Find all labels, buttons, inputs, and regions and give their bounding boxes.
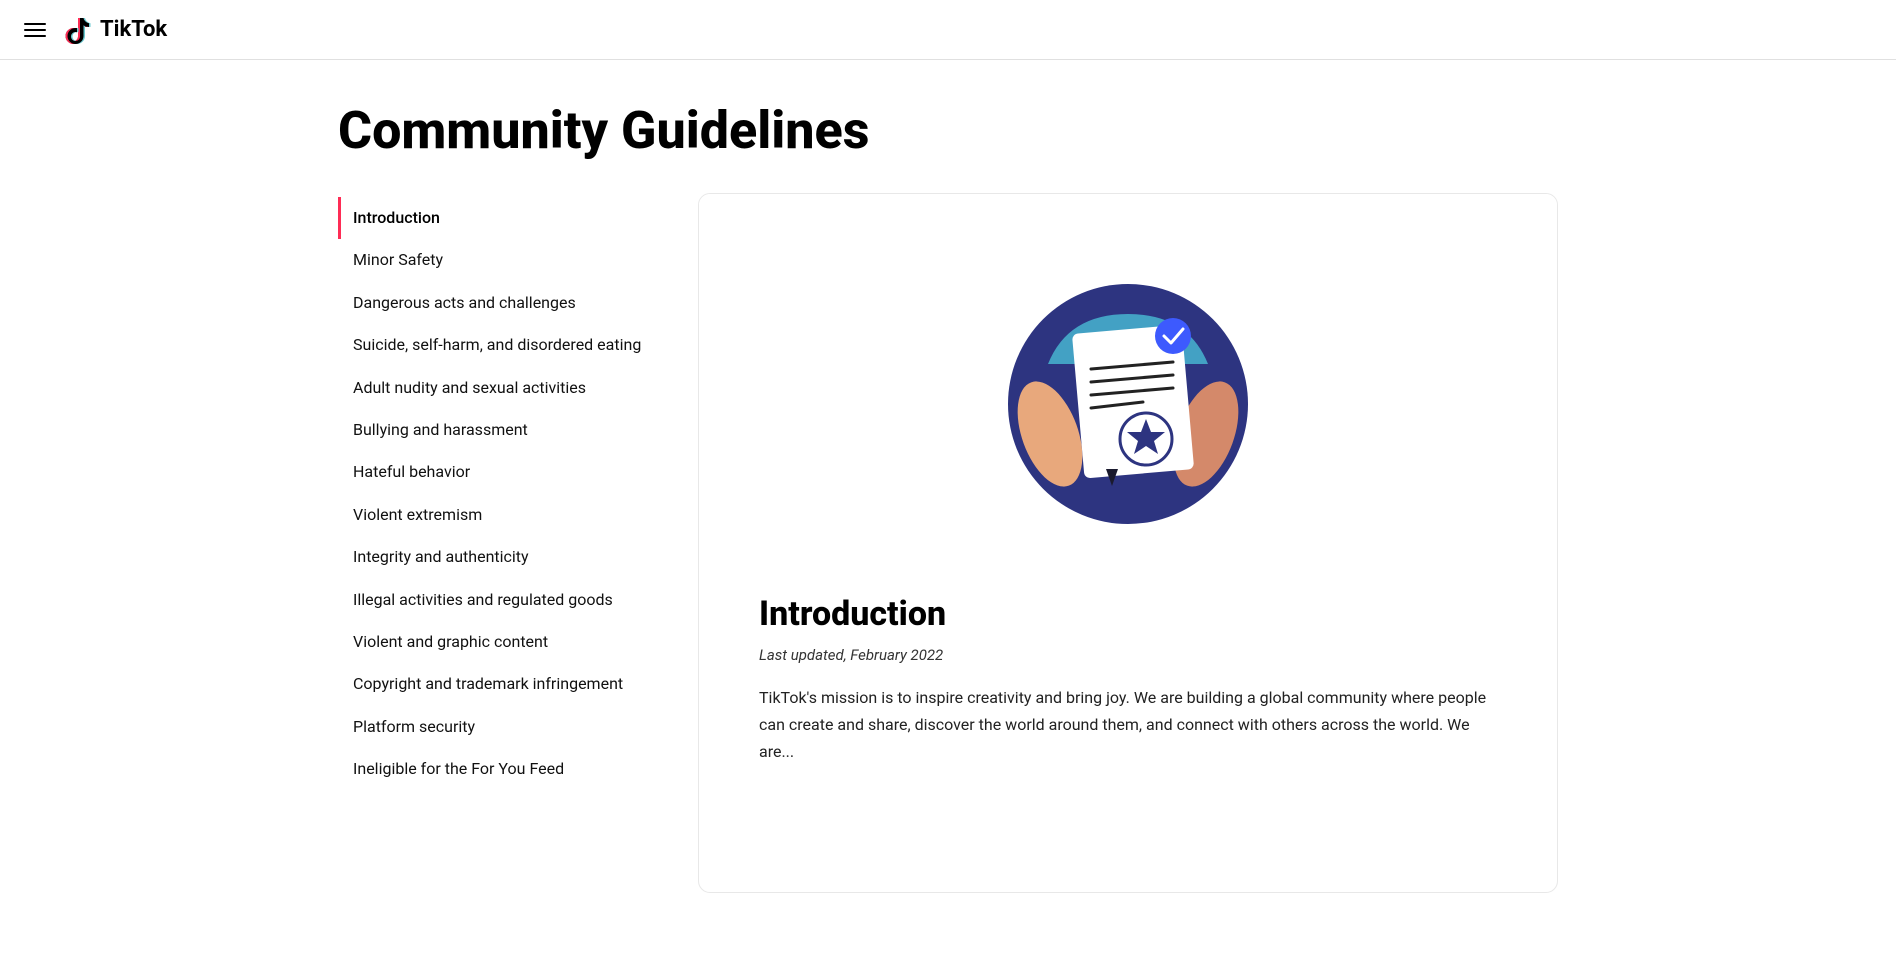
content-layout: IntroductionMinor SafetyDangerous acts a…	[338, 193, 1558, 893]
content-text-area: Introduction Last updated, February 2022…	[699, 574, 1557, 806]
logo-container[interactable]: TikTok	[62, 14, 167, 46]
sidebar-item-violent-extremism[interactable]: Violent extremism	[338, 494, 658, 536]
sidebar-item-adult-nudity[interactable]: Adult nudity and sexual activities	[338, 367, 658, 409]
section-heading: Introduction	[759, 594, 1497, 634]
illustration-area	[699, 194, 1557, 574]
sidebar-item-violent-graphic[interactable]: Violent and graphic content	[338, 621, 658, 663]
sidebar-item-minor-safety[interactable]: Minor Safety	[338, 239, 658, 281]
intro-illustration	[988, 254, 1268, 534]
sidebar-item-integrity[interactable]: Integrity and authenticity	[338, 536, 658, 578]
sidebar-item-illegal-activities[interactable]: Illegal activities and regulated goods	[338, 579, 658, 621]
page-title: Community Guidelines	[338, 60, 1558, 193]
last-updated-text: Last updated, February 2022	[759, 646, 1497, 664]
sidebar-item-bullying[interactable]: Bullying and harassment	[338, 409, 658, 451]
sidebar-item-dangerous-acts[interactable]: Dangerous acts and challenges	[338, 282, 658, 324]
tiktok-logo-icon	[62, 14, 94, 46]
sidebar-item-copyright[interactable]: Copyright and trademark infringement	[338, 663, 658, 705]
hamburger-menu-icon[interactable]	[24, 23, 46, 37]
sidebar-item-platform-security[interactable]: Platform security	[338, 706, 658, 748]
main-content-panel: Introduction Last updated, February 2022…	[698, 193, 1558, 893]
logo-text: TikTok	[100, 17, 167, 42]
sidebar-item-ineligible-feed[interactable]: Ineligible for the For You Feed	[338, 748, 658, 790]
page-container: Community Guidelines IntroductionMinor S…	[298, 60, 1598, 893]
sidebar-nav: IntroductionMinor SafetyDangerous acts a…	[338, 193, 658, 790]
site-header: TikTok	[0, 0, 1896, 60]
sidebar-item-hateful-behavior[interactable]: Hateful behavior	[338, 451, 658, 493]
intro-paragraph: TikTok's mission is to inspire creativit…	[759, 684, 1497, 766]
sidebar-item-introduction[interactable]: Introduction	[338, 197, 658, 239]
sidebar-item-suicide-self-harm[interactable]: Suicide, self-harm, and disordered eatin…	[338, 324, 658, 366]
